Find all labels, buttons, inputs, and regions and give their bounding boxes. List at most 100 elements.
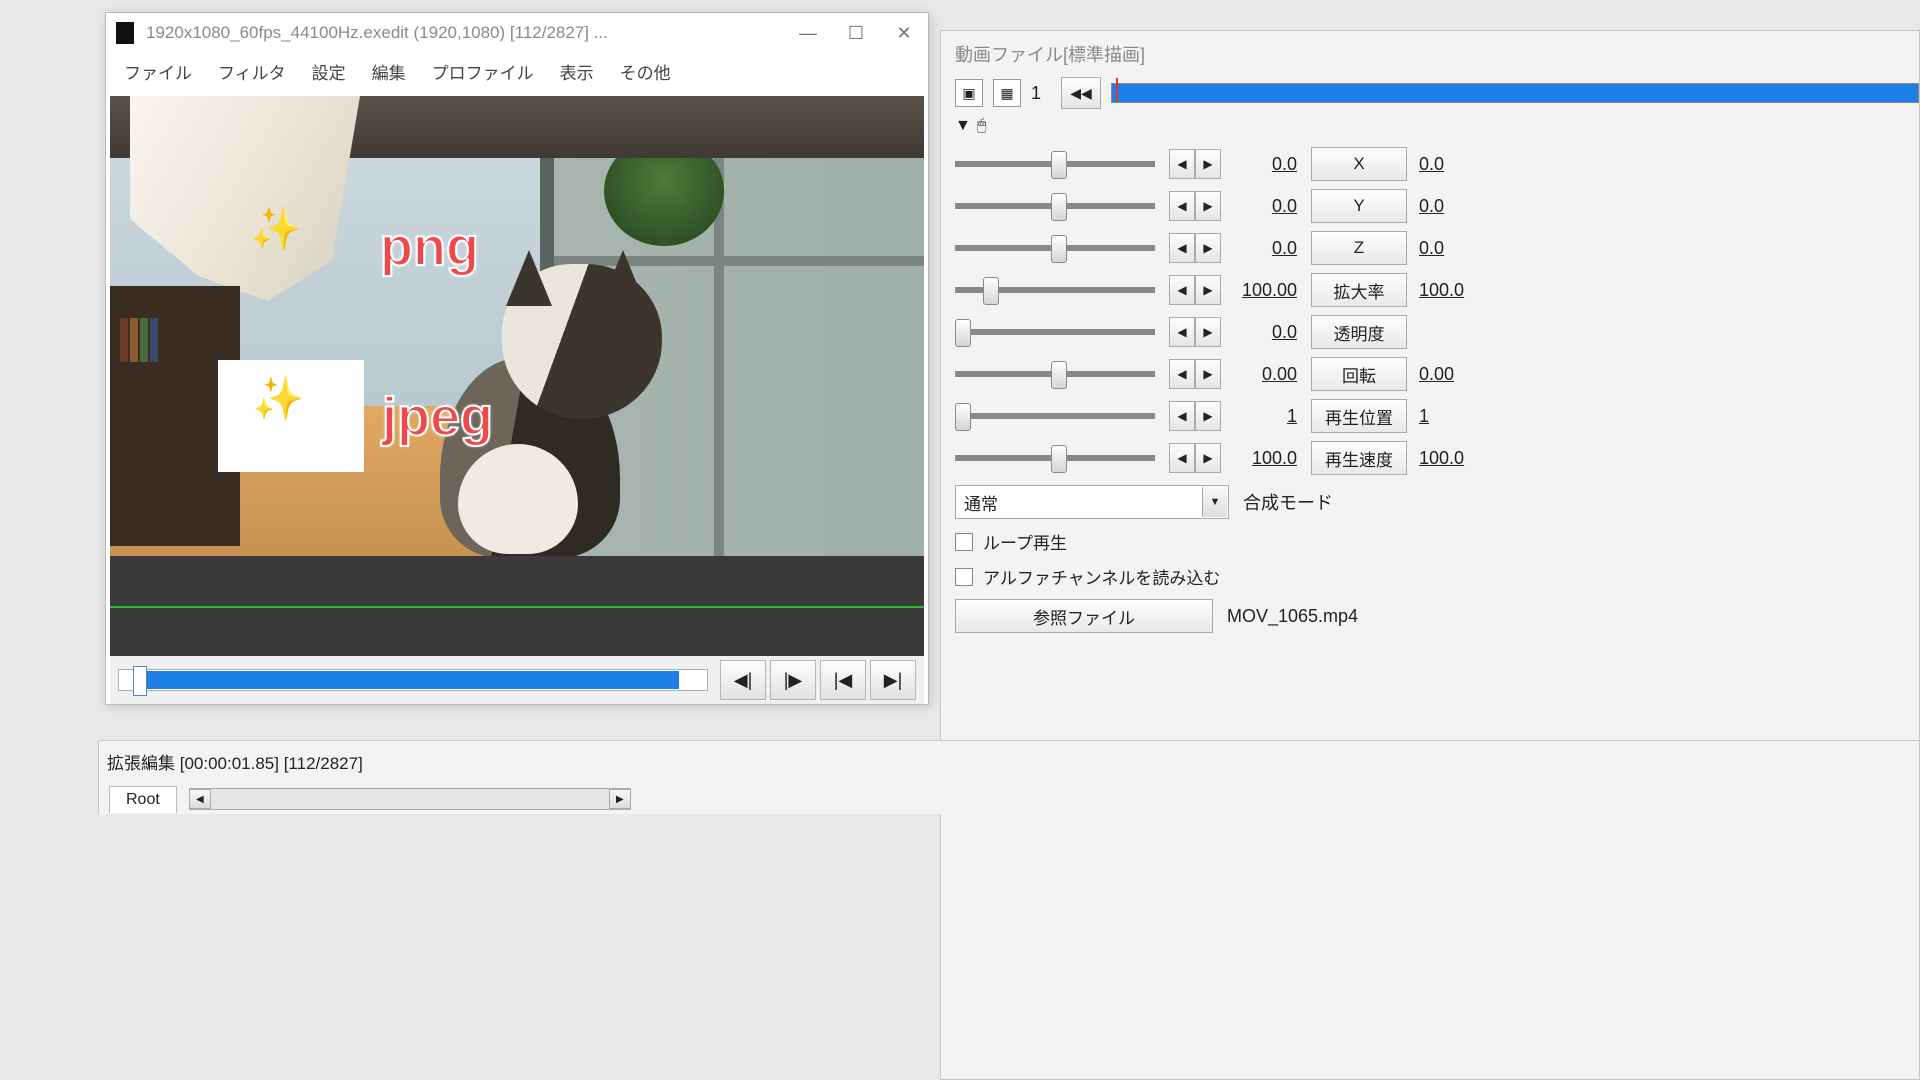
menubar: ファイル フィルタ 設定 編集 プロファイル 表示 その他 [106, 53, 928, 96]
increment-button[interactable]: ▶ [1195, 443, 1221, 473]
slider-thumb[interactable] [955, 319, 971, 347]
param-label-button[interactable]: 再生速度 [1311, 441, 1407, 475]
slider-Z[interactable] [955, 245, 1155, 251]
param-label-button[interactable]: Z [1311, 231, 1407, 265]
increment-button[interactable]: ▶ [1195, 275, 1221, 305]
seek-slider[interactable] [118, 669, 708, 691]
menu-profile[interactable]: プロファイル [420, 55, 546, 88]
value-left[interactable]: 0.0 [1235, 196, 1297, 217]
camera-icon[interactable]: ▣ [955, 79, 983, 107]
slider-再生速度[interactable] [955, 455, 1155, 461]
slider-拡大率[interactable] [955, 287, 1155, 293]
mouse-icon: 🖱 [977, 117, 987, 135]
go-start-button[interactable]: |◀ [820, 660, 866, 700]
param-label-button[interactable]: 回転 [1311, 357, 1407, 391]
slider-透明度[interactable] [955, 329, 1155, 335]
close-button[interactable]: ✕ [880, 13, 928, 53]
value-right[interactable]: 0.00 [1419, 364, 1467, 385]
timeline-title: 拡張編集 [00:00:01.85] [112/2827] [99, 749, 1919, 784]
audio-waveform[interactable] [110, 556, 924, 656]
menu-view[interactable]: 表示 [548, 55, 606, 88]
titlebar[interactable]: 1920x1080_60fps_44100Hz.exedit (1920,108… [106, 13, 928, 53]
go-end-button[interactable]: ▶| [870, 660, 916, 700]
decrement-button[interactable]: ◀ [1169, 317, 1195, 347]
decrement-button[interactable]: ◀ [1169, 149, 1195, 179]
menu-file[interactable]: ファイル [112, 55, 204, 88]
menu-settings[interactable]: 設定 [300, 55, 358, 88]
maximize-button[interactable]: ☐ [832, 13, 880, 53]
param-label-button[interactable]: Y [1311, 189, 1407, 223]
param-label-button[interactable]: 透明度 [1311, 315, 1407, 349]
timeline-scrollbar[interactable]: ◀ ▶ [189, 788, 631, 810]
param-row-回転: ◀▶ 0.00 回転 0.00 [955, 353, 1919, 395]
slider-thumb[interactable] [1051, 193, 1067, 221]
increment-button[interactable]: ▶ [1195, 401, 1221, 431]
decrement-button[interactable]: ◀ [1169, 359, 1195, 389]
increment-button[interactable]: ▶ [1195, 317, 1221, 347]
alpha-checkbox[interactable] [955, 568, 973, 586]
increment-button[interactable]: ▶ [1195, 233, 1221, 263]
step-back-button[interactable]: ◀| [720, 660, 766, 700]
rewind-button[interactable]: ◀◀ [1061, 77, 1101, 109]
object-properties-window: 動画ファイル[標準描画] ▣ ▦ 1 ◀◀ ▼ 🖱 ◀▶0.0X0.0◀▶0.0… [940, 30, 1920, 1080]
decrement-button[interactable]: ◀ [1169, 275, 1195, 305]
value-left[interactable]: 1 [1235, 406, 1297, 427]
param-row-X: ◀▶ 0.0 X 0.0 [955, 143, 1919, 185]
menu-filter[interactable]: フィルタ [206, 55, 298, 88]
slider-Y[interactable] [955, 203, 1155, 209]
slider-thumb[interactable] [1051, 235, 1067, 263]
overlay-text-jpeg: jpeg [382, 386, 493, 448]
value-right[interactable]: 0.0 [1419, 238, 1467, 259]
value-left[interactable]: 0.0 [1235, 154, 1297, 175]
increment-button[interactable]: ▶ [1195, 191, 1221, 221]
value-right[interactable]: 1 [1419, 406, 1467, 427]
decrement-button[interactable]: ◀ [1169, 191, 1195, 221]
slider-thumb[interactable] [1051, 361, 1067, 389]
object-range-slider[interactable] [1111, 83, 1919, 103]
increment-button[interactable]: ▶ [1195, 149, 1221, 179]
slider-thumb[interactable] [1051, 445, 1067, 473]
param-row-Y: ◀▶ 0.0 Y 0.0 [955, 185, 1919, 227]
reference-file-button[interactable]: 参照ファイル [955, 599, 1213, 633]
value-left[interactable]: 100.0 [1235, 448, 1297, 469]
value-right[interactable]: 0.0 [1419, 196, 1467, 217]
value-left[interactable]: 0.00 [1235, 364, 1297, 385]
value-right[interactable]: 0.0 [1419, 154, 1467, 175]
value-left[interactable]: 0.0 [1235, 238, 1297, 259]
blend-mode-select[interactable]: 通常 ▼ [955, 485, 1229, 519]
param-label-button[interactable]: 拡大率 [1311, 273, 1407, 307]
increment-button[interactable]: ▶ [1195, 359, 1221, 389]
slider-回転[interactable] [955, 371, 1155, 377]
slider-X[interactable] [955, 161, 1155, 167]
param-label-button[interactable]: 再生位置 [1311, 399, 1407, 433]
menu-other[interactable]: その他 [608, 55, 683, 88]
value-left[interactable]: 100.00 [1235, 280, 1297, 301]
decrement-button[interactable]: ◀ [1169, 401, 1195, 431]
value-right[interactable]: 100.0 [1419, 280, 1467, 301]
slider-thumb[interactable] [1051, 151, 1067, 179]
value-right[interactable]: 100.0 [1419, 448, 1467, 469]
param-row-透明度: ◀▶ 0.0 透明度 [955, 311, 1919, 353]
chevron-down-icon[interactable]: ▼ [1202, 487, 1227, 517]
slider-thumb[interactable] [983, 277, 999, 305]
loop-checkbox[interactable] [955, 533, 973, 551]
scroll-right-button[interactable]: ▶ [609, 789, 631, 809]
param-row-再生位置: ◀▶ 1 再生位置 1 [955, 395, 1919, 437]
decrement-button[interactable]: ◀ [1169, 233, 1195, 263]
preview-area[interactable]: ✨ png ✨ jpeg [110, 96, 924, 556]
value-left[interactable]: 0.0 [1235, 322, 1297, 343]
scroll-left-button[interactable]: ◀ [189, 789, 211, 809]
scene-tab-root[interactable]: Root [109, 786, 177, 813]
step-forward-button[interactable]: |▶ [770, 660, 816, 700]
minimize-button[interactable]: — [784, 13, 832, 53]
timeline-window: 拡張編集 [00:00:01.85] [112/2827] Root ◀ ▶ [98, 740, 1920, 814]
grid-icon[interactable]: ▦ [993, 79, 1021, 107]
param-label-button[interactable]: X [1311, 147, 1407, 181]
seek-handle[interactable] [133, 666, 147, 696]
decrement-button[interactable]: ◀ [1169, 443, 1195, 473]
slider-thumb[interactable] [955, 403, 971, 431]
param-row-再生速度: ◀▶ 100.0 再生速度 100.0 [955, 437, 1919, 479]
expand-toggle-icon[interactable]: ▼ [955, 117, 971, 135]
slider-再生位置[interactable] [955, 413, 1155, 419]
menu-edit[interactable]: 編集 [360, 55, 418, 88]
